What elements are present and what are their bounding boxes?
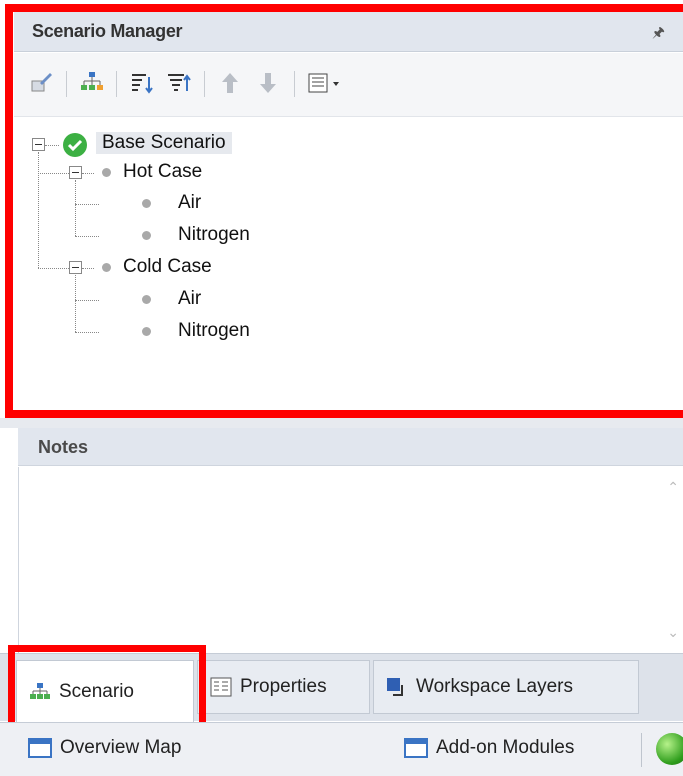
highlight-scenario-tab	[8, 645, 206, 729]
notes-text-area[interactable]: ⌃ ⌄	[18, 467, 683, 653]
add-on-modules-label: Add-on Modules	[436, 737, 575, 758]
add-on-modules-icon	[404, 738, 428, 758]
add-on-modules-button[interactable]: Add-on Modules	[404, 737, 574, 759]
scroll-up-icon[interactable]: ⌃	[667, 479, 679, 496]
notes-header: Notes	[18, 428, 683, 466]
notes-title: Notes	[38, 437, 89, 457]
properties-grid-icon	[210, 677, 232, 697]
tab-properties[interactable]: Properties	[197, 660, 370, 714]
overview-map-icon	[28, 738, 52, 758]
tab-properties-label: Properties	[240, 676, 327, 697]
scroll-down-icon[interactable]: ⌄	[667, 624, 679, 641]
overview-map-button[interactable]: Overview Map	[28, 737, 181, 759]
status-indicator-icon[interactable]	[656, 733, 683, 765]
bottom-bar: Overview Map Add-on Modules	[0, 722, 683, 776]
workspace-layers-icon	[387, 678, 403, 696]
tab-workspace-layers[interactable]: Workspace Layers	[373, 660, 639, 714]
overview-map-label: Overview Map	[60, 737, 182, 758]
panel-divider	[0, 418, 683, 428]
highlight-scenario-manager	[5, 4, 683, 418]
tab-workspace-layers-label: Workspace Layers	[416, 676, 573, 697]
